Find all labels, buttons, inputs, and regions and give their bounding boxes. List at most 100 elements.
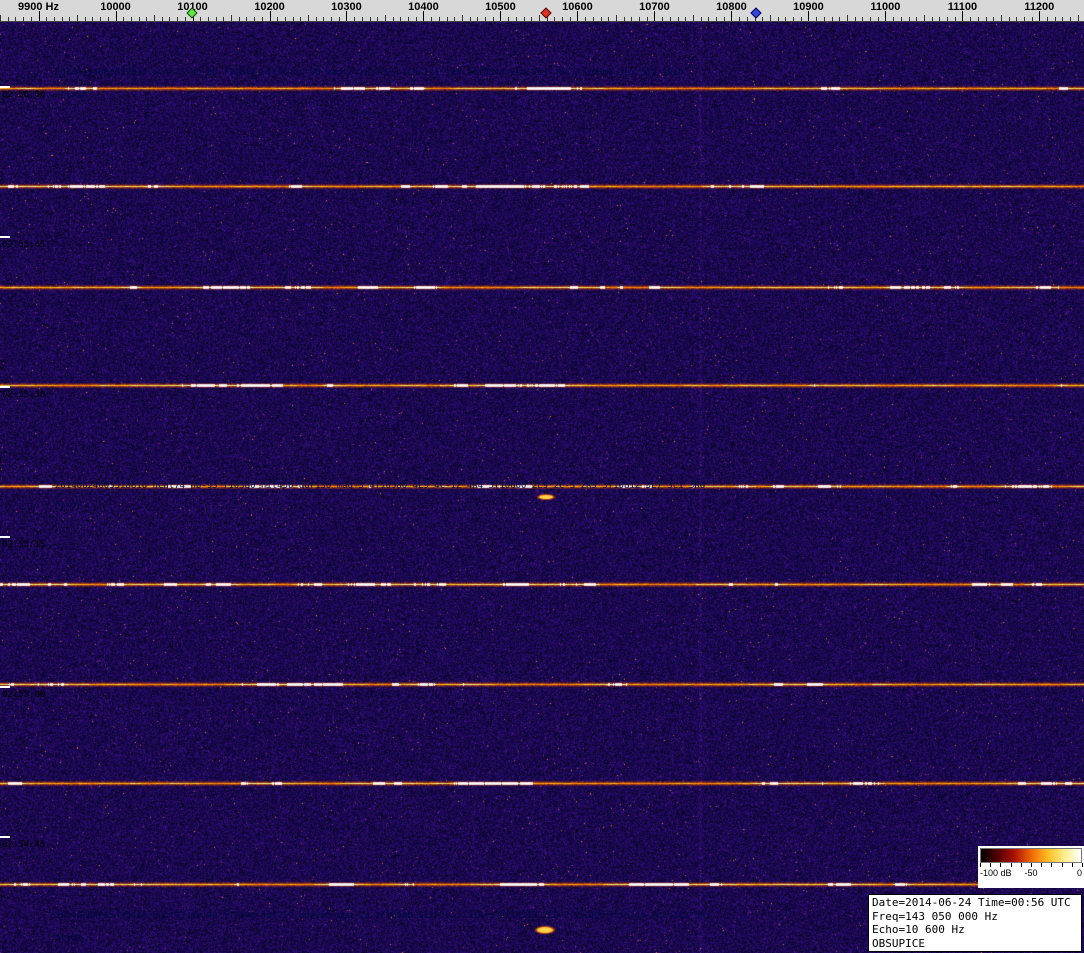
ruler-tick — [600, 17, 602, 21]
ruler-tick — [615, 15, 617, 21]
ruler-tick — [461, 15, 463, 21]
colorscale-label: -100 dB — [980, 868, 1012, 878]
ruler-tick — [569, 17, 571, 21]
ruler-tick — [169, 17, 171, 21]
ruler-label: 10700 — [639, 1, 670, 13]
ruler-tick — [77, 15, 78, 21]
db-colorscale-legend: -100 dB -50 0 — [978, 846, 1084, 888]
ruler-tick — [592, 17, 594, 21]
ruler-tick — [639, 17, 640, 21]
status-info-box: Date=2014-06-24 Time=00:56 UTC Freq=143 … — [868, 894, 1082, 952]
ruler-tick — [23, 17, 25, 21]
ruler-tick — [1077, 15, 1079, 21]
ruler-tick — [508, 17, 510, 21]
ruler-tick — [0, 15, 1, 21]
ruler-tick — [438, 17, 440, 21]
ruler-tick — [716, 17, 717, 21]
ruler-tick — [1062, 17, 1064, 21]
ruler-tick — [723, 17, 725, 21]
detection-annotation: 20140624005435416 hCnt73 nb-90 f10580 hi… — [55, 911, 711, 921]
ruler-tick — [523, 17, 525, 21]
ruler-label: 10800 — [716, 1, 747, 13]
ruler-tick — [746, 17, 748, 21]
ruler-tick — [993, 17, 995, 21]
ruler-tick — [662, 17, 664, 21]
ruler-tick — [107, 17, 109, 21]
colorscale-tick — [1082, 863, 1083, 867]
ruler-tick — [923, 15, 925, 21]
ruler-label: 10200 — [254, 1, 285, 13]
ruler-tick — [646, 17, 648, 21]
ruler-tick — [400, 17, 402, 21]
time-label: 02:55:30 — [2, 390, 46, 400]
ruler-tick — [184, 17, 186, 21]
ruler-tick — [277, 17, 279, 21]
ruler-label: 9900 Hz — [18, 1, 59, 13]
ruler-tick — [515, 17, 517, 21]
ruler-tick — [161, 17, 163, 21]
ruler-tick — [608, 17, 610, 21]
ruler-tick — [485, 17, 486, 21]
ruler-tick — [677, 17, 679, 21]
waterfall-area: 02:56:00 02:55:45 02:55:30 02:55:15 02:55:00… — [0, 22, 1084, 953]
ruler-tick — [223, 17, 225, 21]
ruler-tick — [954, 17, 956, 21]
info-station-name: OBSUPICE — [872, 936, 925, 950]
ruler-tick — [870, 17, 871, 21]
detection-annotation: 20140624005518816 hCnt74 nb-93 f10580 hi… — [55, 481, 706, 491]
ruler-tick — [415, 17, 417, 21]
app-window: 9900 Hz100001010010200103001040010500106… — [0, 0, 1084, 953]
ruler-label: 10500 — [485, 1, 516, 13]
ruler-tick — [831, 17, 833, 21]
time-tick-dash — [0, 686, 10, 688]
ruler-tick — [1047, 17, 1048, 21]
ruler-tick — [877, 17, 879, 21]
ruler-tick — [785, 17, 787, 21]
ruler-tick — [446, 17, 448, 21]
ruler-tick — [793, 17, 794, 21]
ruler-tick — [762, 17, 764, 21]
ruler-tick — [284, 17, 286, 21]
ruler-tick — [531, 17, 533, 21]
ruler-tick — [492, 17, 494, 21]
ruler-tick — [69, 17, 71, 21]
ruler-label: 11000 — [870, 1, 901, 13]
ruler-tick — [1031, 17, 1033, 21]
ruler-tick — [846, 15, 848, 21]
ruler-tick — [369, 17, 371, 21]
time-tick-dash — [0, 386, 10, 388]
ruler-tick — [231, 15, 232, 21]
ruler-tick — [1023, 17, 1025, 21]
ruler-tick — [623, 17, 625, 21]
ruler-tick — [585, 17, 587, 21]
info-date-time: Date=2014-06-24 Time=00:56 UTC — [872, 896, 1071, 909]
ruler-tick — [361, 17, 363, 21]
ruler-tick — [900, 17, 902, 21]
ruler-tick — [154, 15, 155, 21]
ruler-tick — [839, 17, 841, 21]
ruler-marker-red-diamond-icon[interactable] — [540, 7, 552, 19]
detection-annotation: 20140624005559816 hCnt75 nb-85 f10610 hi… — [55, 68, 684, 78]
ruler-tick — [1016, 17, 1018, 21]
colorscale-label: -50 — [1024, 868, 1038, 878]
ruler-tick — [800, 17, 802, 21]
time-tick-dash — [0, 236, 10, 238]
time-label: 02:54:45 — [2, 840, 46, 850]
ruler-tick — [985, 17, 987, 21]
ruler-tick — [46, 17, 48, 21]
ruler-tick — [408, 17, 409, 21]
time-label: 02:55:45 — [2, 240, 46, 250]
ruler-tick — [708, 17, 710, 21]
ruler-marker-blue-diamond-icon[interactable] — [750, 7, 762, 19]
ruler-tick — [338, 17, 340, 21]
ruler-tick — [947, 17, 948, 21]
frequency-ruler[interactable]: 9900 Hz100001010010200103001040010500106… — [0, 0, 1084, 22]
ruler-tick — [146, 17, 148, 21]
ruler-tick — [323, 17, 325, 21]
ruler-tick — [769, 15, 771, 21]
ruler-tick — [685, 17, 687, 21]
ruler-tick — [177, 17, 179, 21]
ruler-tick — [823, 17, 825, 21]
ruler-label: 11200 — [1024, 1, 1055, 13]
info-frequency: Freq=143 050 000 Hz — [872, 909, 998, 923]
